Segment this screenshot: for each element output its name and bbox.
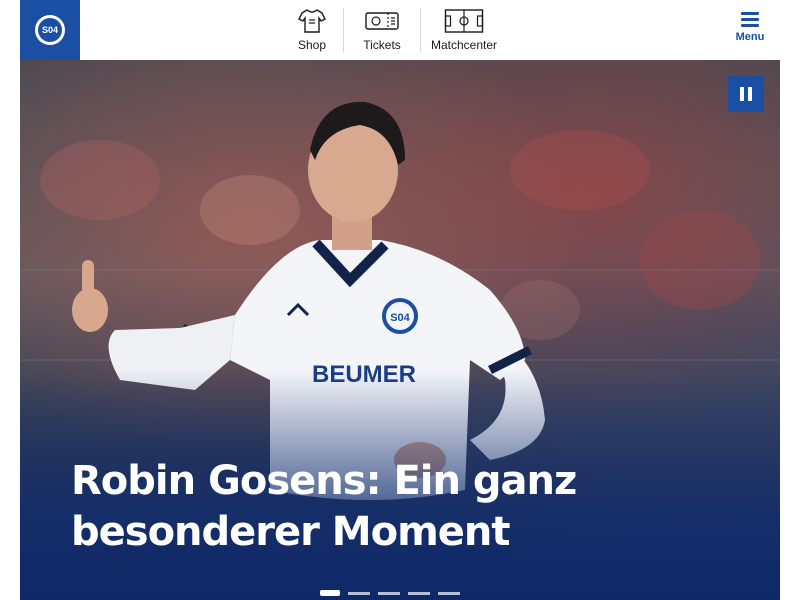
pitch-icon: [444, 9, 484, 33]
hero-slider[interactable]: S04 BEUMER Robin Gosens: Ein ganz besond…: [20, 60, 780, 600]
nav-shop-label: Shop: [297, 38, 327, 52]
main-nav: Shop Tickets Matchcenter: [281, 0, 507, 60]
slide-dot-1[interactable]: [320, 590, 340, 596]
nav-shop[interactable]: Shop: [281, 0, 343, 52]
menu-button[interactable]: Menu: [730, 12, 770, 52]
slider-pagination: [320, 590, 468, 596]
slide-dot-4[interactable]: [408, 592, 430, 595]
club-logo-link[interactable]: S04: [20, 0, 80, 60]
pause-button[interactable]: [728, 76, 764, 112]
jersey-icon: [298, 9, 326, 33]
pause-icon: [740, 87, 744, 101]
headline-line-1: Robin Gosens: Ein ganz: [71, 458, 577, 504]
ticket-icon: [365, 12, 399, 30]
nav-matchcenter-label: Matchcenter: [430, 38, 498, 52]
slide-dot-3[interactable]: [378, 592, 400, 595]
svg-text:S04: S04: [390, 312, 410, 324]
hero-headline[interactable]: Robin Gosens: Ein ganz besonderer Moment: [71, 456, 631, 558]
club-logo: S04: [35, 15, 65, 45]
hamburger-icon: [741, 12, 759, 30]
nav-matchcenter[interactable]: Matchcenter: [421, 0, 507, 52]
logo-text: S04: [38, 18, 62, 42]
nav-tickets[interactable]: Tickets: [344, 0, 420, 52]
headline-line-2: besonderer Moment: [71, 509, 511, 555]
site-header: S04 Shop Tickets Matchcenter Menu: [0, 0, 800, 60]
slide-dot-2[interactable]: [348, 592, 370, 595]
menu-label: Menu: [735, 31, 765, 43]
slide-dot-5[interactable]: [438, 592, 460, 595]
nav-tickets-label: Tickets: [363, 38, 401, 52]
